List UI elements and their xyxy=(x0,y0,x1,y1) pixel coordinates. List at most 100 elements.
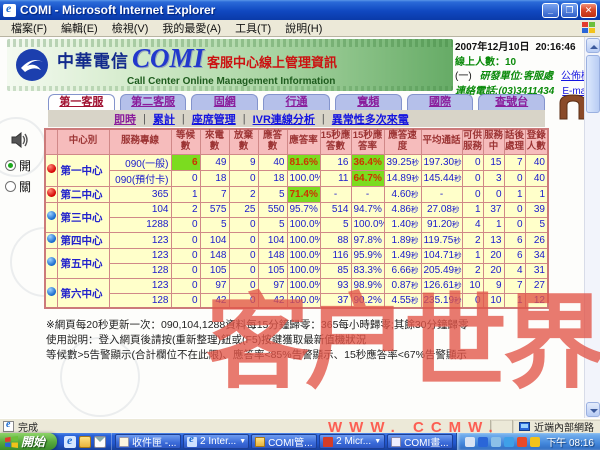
audio-on-radio[interactable] xyxy=(5,160,16,171)
vertical-scrollbar[interactable] xyxy=(584,37,600,418)
table-row: 第四中心12301040104100.0%8897.8%1.89秒119.75秒… xyxy=(45,232,548,248)
subnav-separator: | xyxy=(243,113,246,125)
data-cell: 148 xyxy=(200,248,229,263)
data-cell: 2 xyxy=(462,232,483,248)
intranet-zone-icon xyxy=(519,422,530,431)
subnav-link-異常性多次來電[interactable]: 異常性多次來電 xyxy=(332,111,409,127)
data-cell: 205.49秒 xyxy=(421,263,462,278)
group-chevron-icon: ▼ xyxy=(239,438,246,445)
data-cell: 4.86秒 xyxy=(384,202,421,217)
status-dot-cell xyxy=(45,278,57,308)
unit-second: 秒 xyxy=(454,296,462,305)
column-header: 登錄人數 xyxy=(525,129,548,154)
subnav-link-IVR連線分析[interactable]: IVR連線分析 xyxy=(253,111,315,127)
menu-item-說[interactable]: 說明(H) xyxy=(278,19,329,37)
data-cell: 9 xyxy=(229,154,258,170)
folder-icon xyxy=(255,437,265,447)
unit-second: 秒 xyxy=(454,281,462,290)
data-cell: 100.0% xyxy=(287,170,320,186)
data-cell: 105 xyxy=(200,263,229,278)
tray-schedule-icon[interactable] xyxy=(530,437,540,447)
taskbar-task-office[interactable]: 2 Micr...▼ xyxy=(319,434,385,449)
column-header: 放棄數 xyxy=(229,129,258,154)
tray-display-icon[interactable] xyxy=(491,437,501,447)
data-cell: 0 xyxy=(462,170,483,186)
start-label: 開始 xyxy=(21,433,45,450)
data-cell: 40 xyxy=(258,154,287,170)
blue-status-dot-icon xyxy=(47,211,56,220)
quicklaunch-mail-icon[interactable] xyxy=(94,436,106,448)
table-row: 128042042100.0%3790.2%4.55秒235.19秒010112 xyxy=(45,293,548,308)
data-cell: 18 xyxy=(258,170,287,186)
tab-固網[interactable]: 固網 xyxy=(191,94,258,110)
taskbar-task-window[interactable]: COMI畫... xyxy=(387,434,453,449)
data-cell: 1 xyxy=(483,217,504,232)
tray-volume-icon[interactable] xyxy=(465,437,475,447)
quicklaunch-ie-icon[interactable] xyxy=(64,436,76,448)
start-button[interactable]: 開始 xyxy=(0,433,57,450)
status-text: 完成 xyxy=(18,419,38,434)
data-cell: 104 xyxy=(200,232,229,248)
quicklaunch-folder-icon[interactable] xyxy=(79,436,91,448)
dev-unit: 研發單位:客服處 xyxy=(480,70,553,85)
unit-second: 秒 xyxy=(411,220,419,229)
data-cell: 95.9% xyxy=(351,248,384,263)
tab-國際[interactable]: 國際 xyxy=(407,94,474,110)
unit-second: 秒 xyxy=(412,174,420,183)
data-cell: 0 xyxy=(171,278,200,293)
menu-item-工[interactable]: 工具(T) xyxy=(228,19,278,37)
menu-item-檔[interactable]: 檔案(F) xyxy=(4,19,54,37)
tab-行通[interactable]: 行通 xyxy=(263,94,330,110)
tab-第一客服[interactable]: 第一客服 xyxy=(48,94,115,110)
center-name-cell: 第二中心 xyxy=(57,186,109,202)
taskbar-task-folder[interactable]: COMI管... xyxy=(251,434,317,449)
data-cell: 40 xyxy=(525,170,548,186)
data-cell: 37 xyxy=(483,202,504,217)
data-cell: 27.08秒 xyxy=(421,202,462,217)
data-cell: 1.89秒 xyxy=(384,232,421,248)
subnav-link-座席管理[interactable]: 座席管理 xyxy=(192,111,236,127)
status-bar: 完成 近端內部網路 xyxy=(0,418,600,433)
service-line-cell: 128 xyxy=(109,263,171,278)
data-cell: 90.2% xyxy=(351,293,384,308)
tray-help-icon[interactable] xyxy=(478,437,488,447)
scrollbar-thumb[interactable] xyxy=(586,55,600,113)
taskbar-clock: 下午 08:16 xyxy=(546,434,594,449)
scroll-down-button[interactable] xyxy=(586,402,600,417)
close-button[interactable]: ✕ xyxy=(580,3,597,18)
tray-network-icon[interactable] xyxy=(504,437,514,447)
subnav-link-累計[interactable]: 累計 xyxy=(153,111,175,127)
column-header: 15秒應答率 xyxy=(351,129,384,154)
column-header: 應答數 xyxy=(258,129,287,154)
audio-off-radio[interactable] xyxy=(5,181,16,192)
taskbar-task-ie[interactable]: 2 Inter...▼ xyxy=(183,434,249,449)
minimize-button[interactable]: _ xyxy=(542,3,559,18)
column-header: 服務中 xyxy=(483,129,504,154)
tab-寬頻[interactable]: 寬頻 xyxy=(335,94,402,110)
unit-second: 秒 xyxy=(411,205,419,214)
data-cell: 0.87秒 xyxy=(384,278,421,293)
data-cell: 119.75秒 xyxy=(421,232,462,248)
brand-comi: COMI xyxy=(132,43,204,74)
scroll-up-button[interactable] xyxy=(586,38,600,53)
data-cell: 0 xyxy=(229,263,258,278)
data-cell: 1 xyxy=(504,293,525,308)
tray-antivirus-icon[interactable] xyxy=(517,437,527,447)
task-label: COMI管... xyxy=(268,434,312,449)
header-info-panel: 2007年12月10日 20:16:46 線上人數：10 (一) 研發單位:客服… xyxy=(455,39,585,93)
data-cell: 0 xyxy=(171,217,200,232)
weekday: (一) xyxy=(455,70,472,85)
tab-查號台[interactable]: 查號台 xyxy=(478,94,545,110)
data-cell: 18 xyxy=(200,170,229,186)
menu-item-我[interactable]: 我的最愛(A) xyxy=(155,19,228,37)
menu-item-編[interactable]: 編輯(E) xyxy=(54,19,105,37)
restore-button[interactable]: ❐ xyxy=(561,3,578,18)
menu-item-檢[interactable]: 檢視(V) xyxy=(105,19,156,37)
column-header: 可供服務 xyxy=(462,129,483,154)
online-user-count: 線上人數：10 xyxy=(455,56,516,71)
tab-第二客服[interactable]: 第二客服 xyxy=(120,94,187,110)
browser-window: COMI - Microsoft Internet Explorer _ ❐ ✕… xyxy=(0,0,600,450)
taskbar-task-mail[interactable]: 收件匣 -... xyxy=(115,434,181,449)
current-time: 20:16:46 xyxy=(536,41,576,56)
subnav-link-即時[interactable]: 即時 xyxy=(114,111,136,127)
